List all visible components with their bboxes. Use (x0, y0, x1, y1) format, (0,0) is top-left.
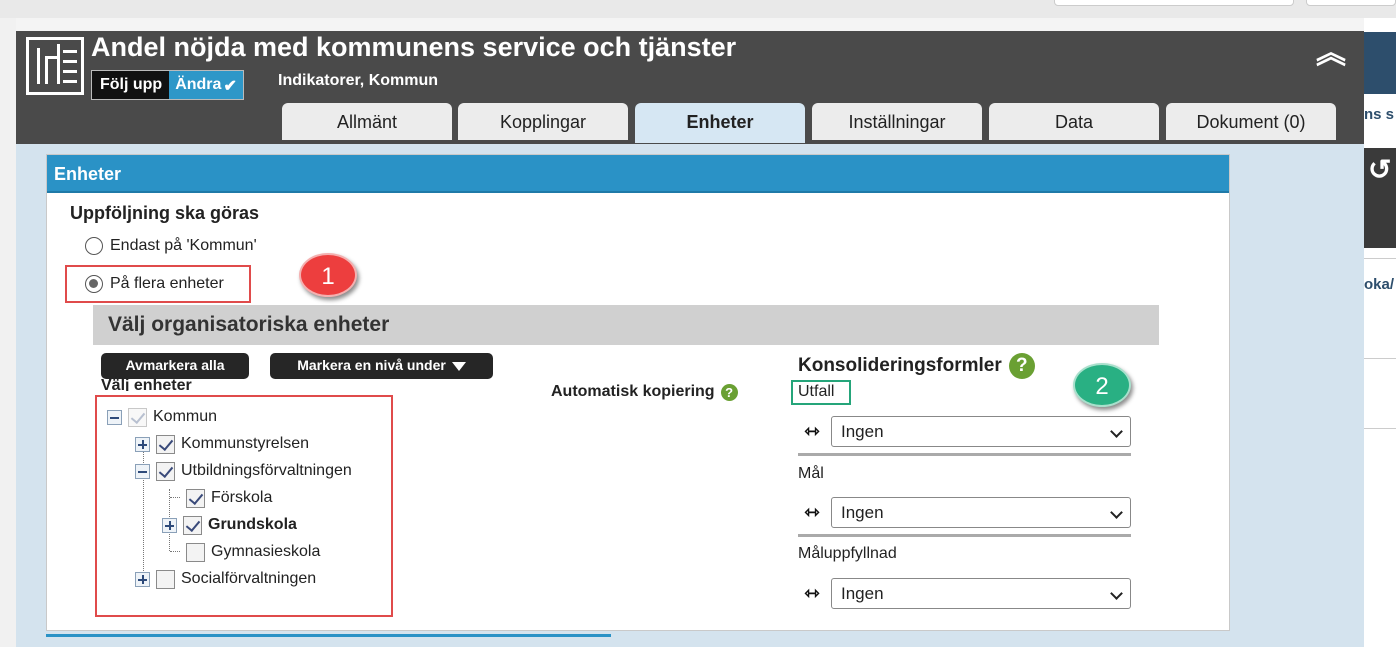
tab-content: Enheter Uppföljning ska göras Endast på … (16, 144, 1364, 647)
edit-mode-label: Ändra (175, 76, 222, 93)
utfall-formula-select[interactable]: Ingen (831, 416, 1131, 447)
panel-header: Enheter (47, 155, 1229, 193)
mode-toggle[interactable]: Följ upp Ändra ✔ (91, 70, 244, 100)
tree-node-label: Utbildningsförvaltningen (181, 462, 352, 479)
consolidation-label-maluppfyllnad: Måluppfyllnad (798, 545, 897, 562)
consolidation-row-mal: ⇿ Ingen (799, 497, 1131, 528)
checkbox[interactable] (156, 461, 175, 481)
annotation-badge-2: 2 (1073, 363, 1131, 407)
background-text-2: oka/ (1364, 276, 1395, 293)
tree-node-utbildningsforvaltningen[interactable]: Utbildningsförvaltningen (135, 460, 352, 482)
radio-label: Endast på 'Kommun' (110, 237, 257, 254)
help-icon[interactable]: ? (720, 383, 738, 401)
tab-data[interactable]: Data (989, 103, 1159, 140)
collapse-tree-icon[interactable] (107, 409, 122, 425)
consolidation-divider (798, 534, 1131, 537)
background-divider (1364, 258, 1396, 259)
mark-level-below-label: Markera en nivå under (297, 357, 446, 373)
annotation-badge-1: 1 (299, 253, 357, 297)
checkbox[interactable] (128, 407, 147, 427)
tree-node-label: Socialförvaltningen (181, 570, 317, 587)
tree-node-label: Kommun (153, 408, 218, 425)
tree-node-kommunstyrelsen[interactable]: Kommunstyrelsen (135, 433, 309, 455)
help-icon[interactable]: ? (1008, 353, 1035, 379)
units-panel: Enheter Uppföljning ska göras Endast på … (46, 154, 1230, 631)
radio-button[interactable] (85, 237, 103, 255)
collapse-tree-icon[interactable] (135, 463, 150, 479)
checkbox[interactable] (186, 488, 205, 508)
undo-icon: ↺ (1368, 154, 1392, 185)
chevron-down-icon (1110, 425, 1123, 438)
indicator-dialog: Andel nöjda med kommunens service och tj… (16, 18, 1364, 647)
tree-node-label: Kommunstyrelsen (181, 435, 310, 452)
background-right-panel: ns s ↺ oka/ (1364, 18, 1396, 647)
chevron-down-icon (1110, 506, 1123, 519)
dialog-subtitle: Indikatorer, Kommun (278, 72, 439, 89)
consolidation-row-maluppfyllnad: ⇿ Ingen (799, 578, 1131, 609)
tree-node-label: Förskola (211, 489, 273, 506)
checkbox[interactable] (156, 569, 175, 589)
tree-node-gymnasieskola[interactable]: Gymnasieskola (186, 541, 320, 563)
background-search-pill (1054, 0, 1294, 6)
expand-tree-icon[interactable] (135, 436, 150, 452)
mal-formula-select[interactable]: Ingen (831, 497, 1131, 528)
edit-mode-button[interactable]: Ändra ✔ (169, 71, 243, 99)
collapse-icon[interactable]: ︽ (1314, 37, 1348, 71)
tree-node-forskola[interactable]: Förskola (186, 487, 272, 509)
select-units-label: Välj enheter (101, 377, 192, 391)
link-icon: ⇿ (804, 502, 820, 522)
highlight-box-radio (65, 265, 251, 303)
link-icon: ⇿ (804, 583, 820, 603)
tree-node-socialforvaltningen[interactable]: Socialförvaltningen (135, 568, 316, 590)
background-toolbar (0, 0, 1396, 18)
next-section-edge (46, 634, 611, 647)
highlight-box-utfall (791, 380, 851, 405)
expand-tree-icon[interactable] (135, 571, 150, 587)
background-button-pill (1306, 0, 1396, 6)
tree-connector (170, 497, 180, 498)
background-icon-box[interactable]: ↺ (1364, 148, 1396, 248)
auto-copy-label: Automatisk kopiering ? (551, 383, 738, 401)
tree-node-kommun[interactable]: Kommun (107, 406, 217, 428)
background-divider (1364, 428, 1396, 429)
indicator-logo-icon (26, 37, 84, 95)
dropdown-arrow-icon (451, 361, 466, 371)
tab-installningar[interactable]: Inställningar (812, 103, 982, 140)
checkbox[interactable] (156, 434, 175, 454)
mark-level-below-button[interactable]: Markera en nivå under (270, 353, 493, 379)
tree-node-label: Gymnasieskola (211, 543, 321, 560)
expand-tree-icon[interactable] (162, 517, 177, 533)
background-divider (1364, 358, 1396, 359)
maluppfyllnad-formula-select[interactable]: Ingen (831, 578, 1131, 609)
chevron-down-icon (1110, 587, 1123, 600)
dialog-header: Andel nöjda med kommunens service och tj… (16, 31, 1364, 158)
checkmark-icon: ✔ (223, 78, 237, 95)
dialog-title: Andel nöjda med kommunens service och tj… (91, 32, 737, 62)
org-units-title: Välj organisatoriska enheter (93, 305, 1159, 345)
tab-dokument[interactable]: Dokument (0) (1166, 103, 1336, 140)
tree-node-label: Grundskola (208, 516, 297, 533)
tab-kopplingar[interactable]: Kopplingar (458, 103, 628, 140)
checkbox[interactable] (183, 515, 202, 535)
checkbox[interactable] (186, 542, 205, 562)
deselect-all-button[interactable]: Avmarkera alla (101, 353, 249, 379)
consolidation-title: Konsolideringsformler ? (798, 353, 1035, 379)
background-text-1: ns s (1364, 106, 1395, 123)
consolidation-row-utfall: ⇿ Ingen (799, 416, 1131, 447)
background-left-strip (0, 18, 16, 647)
tree-connector (170, 551, 180, 552)
follow-up-mode-button[interactable]: Följ upp (92, 71, 170, 99)
auto-copy-text: Automatisk kopiering (551, 383, 715, 400)
tree-connector (143, 437, 144, 577)
consolidation-divider (798, 453, 1131, 456)
tree-node-grundskola[interactable]: Grundskola (162, 514, 297, 536)
background-blue-bar (1364, 32, 1396, 94)
link-icon: ⇿ (804, 421, 820, 441)
radio-only-kommun[interactable]: Endast på 'Kommun' (85, 237, 257, 255)
tab-enheter[interactable]: Enheter (635, 103, 805, 143)
followup-title: Uppföljning ska göras (70, 203, 260, 223)
consolidation-label-mal: Mål (798, 465, 824, 482)
tab-allmant[interactable]: Allmänt (282, 103, 452, 140)
consolidation-title-text: Konsolideringsformler (798, 355, 1002, 376)
